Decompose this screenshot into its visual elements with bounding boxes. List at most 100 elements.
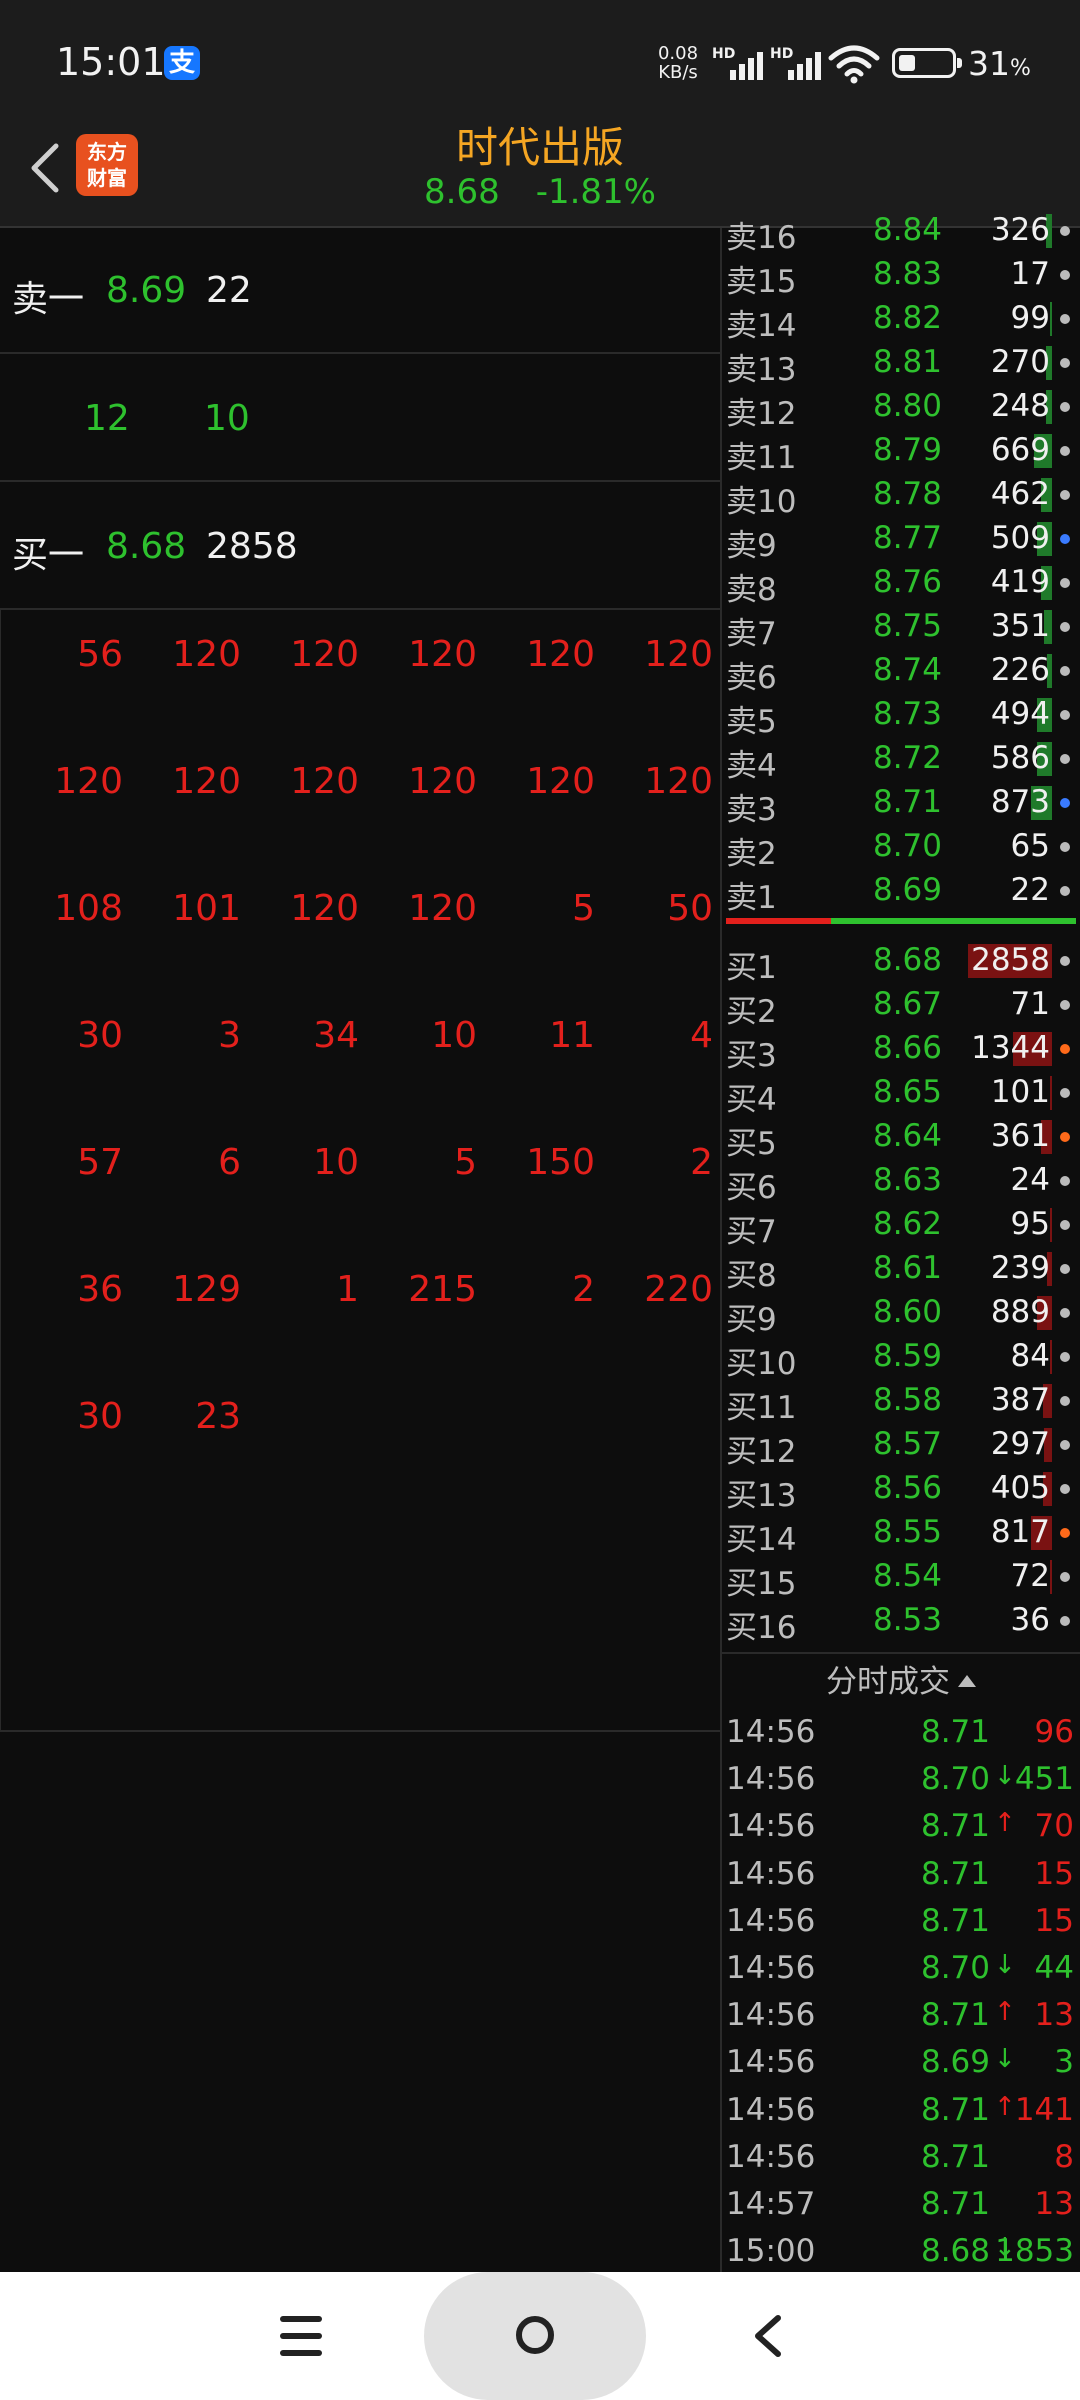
queue-order: 120 <box>526 761 595 802</box>
bid-level-row[interactable]: 买12 8.57 297 <box>722 1422 1080 1470</box>
bid-level-row[interactable]: 买11 8.58 387 <box>722 1378 1080 1426</box>
ask-level-row[interactable]: 卖15 8.83 17 <box>722 252 1080 300</box>
trade-price: 8.71 <box>920 1997 990 2034</box>
level-label: 买2 <box>726 994 777 1030</box>
level-label: 卖3 <box>726 792 777 828</box>
status-dot-icon <box>1060 1220 1070 1230</box>
ask-level-row[interactable]: 卖1 8.69 22 <box>722 868 1080 916</box>
ask-level-row[interactable]: 卖12 8.80 248 <box>722 384 1080 432</box>
status-dot-icon <box>1060 226 1070 236</box>
ask-level-row[interactable]: 卖3 8.71 873 <box>722 780 1080 828</box>
queue-order: 220 <box>644 1269 713 1310</box>
wifi-icon <box>828 45 880 84</box>
collapse-triangle-icon <box>958 1675 976 1687</box>
status-dot-icon <box>1060 1396 1070 1406</box>
level-label: 卖16 <box>726 220 797 256</box>
level-volume: 1344 <box>971 1030 1050 1066</box>
buy1-price: 8.68 <box>106 526 187 567</box>
battery-icon <box>892 48 962 78</box>
status-dot-icon <box>1060 754 1070 764</box>
home-button[interactable] <box>424 2272 646 2400</box>
ask-level-row[interactable]: 卖8 8.76 419 <box>722 560 1080 608</box>
status-dot-icon <box>1060 1264 1070 1274</box>
ask-level-row[interactable]: 卖4 8.72 586 <box>722 736 1080 784</box>
bid-level-row[interactable]: 买6 8.63 24 <box>722 1158 1080 1206</box>
level-label: 卖7 <box>726 616 777 652</box>
queue-order: 6 <box>218 1142 241 1183</box>
trade-row: 14:57 8.71 13 <box>722 2180 1080 2227</box>
bid-level-row[interactable]: 买15 8.54 72 <box>722 1554 1080 1602</box>
trade-time: 14:56 <box>726 1761 816 1798</box>
bid-level-row[interactable]: 买7 8.62 95 <box>722 1202 1080 1250</box>
queue-order: 120 <box>172 761 241 802</box>
level-label: 卖11 <box>726 440 797 476</box>
ask-level-row[interactable]: 卖7 8.75 351 <box>722 604 1080 652</box>
ask-level-row[interactable]: 卖11 8.79 669 <box>722 428 1080 476</box>
queue-order: 120 <box>290 888 359 929</box>
bid-level-row[interactable]: 买13 8.56 405 <box>722 1466 1080 1514</box>
trades-header[interactable]: 分时成交 <box>722 1652 1080 1708</box>
bid-level-row[interactable]: 买16 8.53 36 <box>722 1598 1080 1646</box>
trade-row: 14:56 8.71 15 <box>722 1850 1080 1897</box>
buy1-volume: 2858 <box>206 526 298 567</box>
ask-level-row[interactable]: 卖16 8.84 326 <box>722 208 1080 256</box>
trade-row: 14:56 8.71 8 <box>722 2133 1080 2180</box>
ask-level-row[interactable]: 卖5 8.73 494 <box>722 692 1080 740</box>
ask-level-row[interactable]: 卖14 8.82 99 <box>722 296 1080 344</box>
level-volume: 586 <box>990 740 1050 776</box>
status-dot-icon <box>1060 710 1070 720</box>
level-volume: 387 <box>990 1382 1050 1418</box>
level-volume: 24 <box>1010 1162 1050 1198</box>
queue-order: 120 <box>408 761 477 802</box>
bid-level-row[interactable]: 买3 8.66 1344 <box>722 1026 1080 1074</box>
ask-level-row[interactable]: 卖6 8.74 226 <box>722 648 1080 696</box>
bid-ask-ratio-bar <box>726 918 1076 924</box>
trade-volume: 451 <box>1014 1761 1074 1798</box>
status-dot-icon <box>1060 1176 1070 1186</box>
ask-level-row[interactable]: 卖2 8.70 65 <box>722 824 1080 872</box>
status-dot-icon <box>1060 1440 1070 1450</box>
trade-price: 8.71 <box>920 2138 990 2175</box>
queue-order: 34 <box>313 1015 359 1056</box>
bid-level-row[interactable]: 买1 8.68 2858 <box>722 938 1080 986</box>
bid-level-row[interactable]: 买10 8.59 84 <box>722 1334 1080 1382</box>
stock-price: 8.68 <box>424 172 500 212</box>
level-label: 卖8 <box>726 572 777 608</box>
level2-queue-panel: 卖一 8.69 22 12 10 买一 8.68 2858 56 120 120 12… <box>0 228 720 1732</box>
bid-level-row[interactable]: 买4 8.65 101 <box>722 1070 1080 1118</box>
level-volume: 509 <box>990 520 1050 556</box>
trade-time: 14:56 <box>726 2138 816 2175</box>
queue-order: 3 <box>218 1015 241 1056</box>
status-bar: 15:01 支 0.08 KB/s HD HD 31% <box>0 0 1080 110</box>
queue-order: 30 <box>77 1015 123 1056</box>
queue-order: 10 <box>431 1015 477 1056</box>
trade-price: 8.71 <box>920 2091 990 2128</box>
bid-level-row[interactable]: 买8 8.61 239 <box>722 1246 1080 1294</box>
volume-bar <box>1050 1340 1052 1374</box>
bid-level-row[interactable]: 买5 8.64 361 <box>722 1114 1080 1162</box>
ask-level-row[interactable]: 卖13 8.81 270 <box>722 340 1080 388</box>
nav-back-icon[interactable] <box>748 2312 788 2360</box>
level-volume: 297 <box>990 1426 1050 1462</box>
trade-time: 14:56 <box>726 1902 816 1939</box>
bid-level-row[interactable]: 买14 8.55 817 <box>722 1510 1080 1558</box>
trade-row: 14:56 8.71 96 <box>722 1708 1080 1755</box>
net-speed-unit: KB/s <box>658 62 698 83</box>
ask-level-row[interactable]: 卖10 8.78 462 <box>722 472 1080 520</box>
menu-icon[interactable] <box>280 2314 322 2358</box>
bid-level-row[interactable]: 买2 8.67 71 <box>722 982 1080 1030</box>
bid-level-row[interactable]: 买9 8.60 889 <box>722 1290 1080 1338</box>
order-book: 卖16 8.84 326 卖15 8.83 17 卖14 8.82 99 卖13 8.81 270 卖1… <box>722 212 1080 1652</box>
trade-price: 8.69 <box>920 2044 990 2081</box>
queue-order: 120 <box>54 761 123 802</box>
level-volume: 351 <box>990 608 1050 644</box>
trade-row: 14:56 8.71 ↑ 70 <box>722 1802 1080 1849</box>
level-volume: 817 <box>990 1514 1050 1550</box>
ask-level-row[interactable]: 卖9 8.77 509 <box>722 516 1080 564</box>
level-label: 买3 <box>726 1038 777 1074</box>
status-dot-icon <box>1060 1528 1070 1538</box>
queue-order: 2 <box>690 1142 713 1183</box>
level-label: 买1 <box>726 950 777 986</box>
trade-direction-icon: ↓ <box>994 2044 1016 2075</box>
trade-volume: 141 <box>1014 2091 1074 2128</box>
